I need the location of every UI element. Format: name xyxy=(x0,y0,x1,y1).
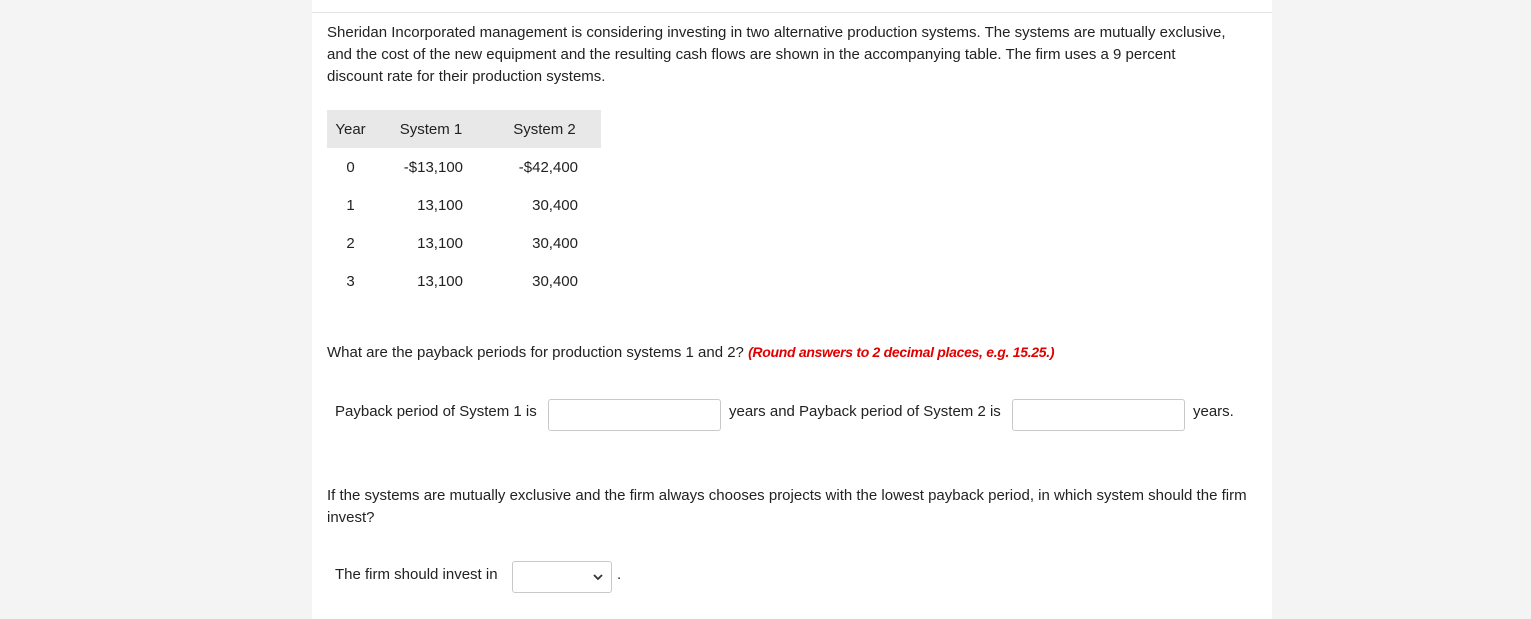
years-suffix: years. xyxy=(1193,403,1234,420)
system-2-cell: 30,400 xyxy=(532,234,578,252)
divider xyxy=(312,12,1272,13)
table-header-row: Year System 1 System 2 xyxy=(327,110,601,148)
payback-question: What are the payback periods for product… xyxy=(327,344,1055,361)
rounding-hint: (Round answers to 2 decimal places, e.g.… xyxy=(748,344,1055,360)
system-2-cell: 30,400 xyxy=(532,196,578,214)
year-cell: 0 xyxy=(346,158,355,176)
payback-question-text: What are the payback periods for product… xyxy=(327,344,749,361)
system-choice-question: If the systems are mutually exclusive an… xyxy=(327,487,1247,526)
year-cell: 3 xyxy=(346,272,355,290)
table-row: 2 13,100 30,400 xyxy=(327,224,601,262)
invest-suffix: . xyxy=(617,566,622,583)
payback-system-2-input[interactable] xyxy=(1012,399,1185,431)
payback-system-1-label: Payback period of System 1 is xyxy=(335,403,537,420)
payback-system-1-input[interactable] xyxy=(548,399,721,431)
system-1-cell: -$13,100 xyxy=(403,158,463,176)
system-1-cell: 13,100 xyxy=(417,196,463,214)
table-row: 1 13,100 30,400 xyxy=(327,186,601,224)
cash-flow-table: Year System 1 System 2 0 -$13,100 -$42,4… xyxy=(327,110,601,300)
invest-label: The firm should invest in xyxy=(335,566,498,583)
question-panel: Sheridan Incorporated management is cons… xyxy=(312,0,1272,619)
year-cell: 2 xyxy=(346,234,355,252)
table-row: 3 13,100 30,400 xyxy=(327,262,601,300)
system-1-cell: 13,100 xyxy=(417,272,463,290)
system-choice-select[interactable] xyxy=(512,561,612,593)
intro-paragraph: Sheridan Incorporated management is cons… xyxy=(327,24,1226,85)
chevron-down-icon xyxy=(593,574,603,581)
payback-system-2-label: years and Payback period of System 2 is xyxy=(729,403,1001,420)
column-header-system-2: System 2 xyxy=(488,110,601,148)
system-2-cell: 30,400 xyxy=(532,272,578,290)
column-header-year: Year xyxy=(327,110,374,148)
year-cell: 1 xyxy=(346,196,355,214)
system-2-cell: -$42,400 xyxy=(518,158,578,176)
column-header-system-1: System 1 xyxy=(374,110,488,148)
table-row: 0 -$13,100 -$42,400 xyxy=(327,148,601,186)
system-1-cell: 13,100 xyxy=(417,234,463,252)
